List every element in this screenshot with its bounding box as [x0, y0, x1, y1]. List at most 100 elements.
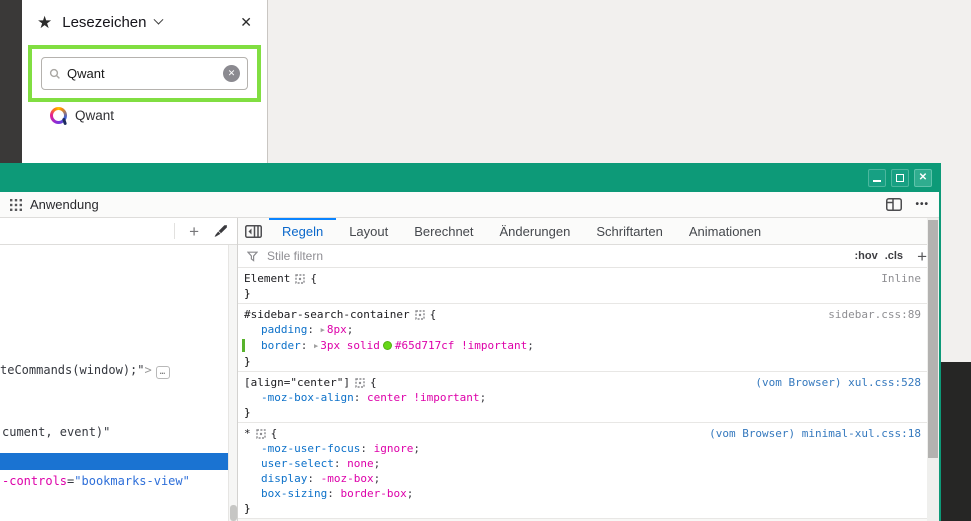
class-toggle[interactable]: .cls — [885, 250, 903, 262]
color-swatch-icon[interactable] — [383, 341, 392, 350]
chevron-down-icon[interactable] — [154, 14, 164, 24]
rule-selector: * — [244, 426, 251, 441]
toolbar-separator — [174, 223, 175, 239]
eyedropper-icon[interactable] — [213, 224, 228, 239]
property-name: -moz-box-align — [261, 391, 354, 404]
property-value: 3px solid — [320, 339, 380, 352]
tab-schriftarten[interactable]: Schriftarten — [583, 218, 675, 244]
meatball-menu-icon[interactable]: ••• — [915, 199, 929, 210]
devtools-toolbar: Anwendung ••• — [0, 192, 939, 218]
bookmarks-header: ★ Lesezeichen ✕ — [22, 0, 267, 44]
rules-pane: Regeln Layout Berechnet Änderungen Schri… — [238, 218, 939, 521]
close-icon[interactable]: ✕ — [240, 14, 252, 31]
add-node-icon[interactable]: + — [189, 223, 199, 240]
expand-shorthand-icon[interactable]: ▶ — [314, 342, 318, 350]
tab-animationen[interactable]: Animationen — [676, 218, 774, 244]
pseudo-class-toggle[interactable]: :hov — [854, 250, 877, 262]
minimize-button[interactable] — [868, 169, 886, 187]
rule-selector: [align="center"] — [244, 375, 350, 390]
bookmark-label: Qwant — [75, 108, 114, 123]
selector-target-icon[interactable] — [415, 310, 425, 320]
property-name: border — [261, 339, 301, 352]
colon: : — [354, 391, 367, 404]
clear-search-icon[interactable]: ✕ — [223, 65, 240, 82]
desktop-wallpaper-corner — [941, 362, 971, 521]
rule-source[interactable]: sidebar.css:89 — [828, 307, 921, 322]
desktop-wallpaper-strip — [0, 0, 22, 163]
css-declaration[interactable]: box-sizing: border-box; — [244, 486, 921, 501]
filter-funnel-icon — [247, 251, 258, 262]
css-declaration[interactable]: display: -moz-box; — [244, 471, 921, 486]
app-label: Anwendung — [30, 197, 99, 212]
tab-aenderungen[interactable]: Änderungen — [487, 218, 584, 244]
selector-target-icon[interactable] — [256, 429, 266, 439]
close-window-button[interactable]: ✕ — [914, 169, 932, 187]
rule-selector: #sidebar-search-container — [244, 307, 410, 322]
expand-shorthand-icon[interactable]: ▶ — [321, 326, 325, 334]
property-value: none — [347, 457, 374, 470]
css-declaration-changed[interactable]: border: ▶3px solid #65d717cf !important; — [244, 338, 921, 354]
markup-scrollbar[interactable] — [228, 245, 237, 521]
tab-berechnet[interactable]: Berechnet — [401, 218, 486, 244]
open-brace: { — [271, 426, 278, 441]
close-brace: } — [244, 501, 921, 516]
filter-styles-input[interactable]: Stile filtern — [267, 249, 847, 263]
selector-target-icon[interactable] — [295, 274, 305, 284]
bookmark-item-qwant[interactable]: Qwant — [50, 107, 114, 124]
sidebar-tabs: Regeln Layout Berechnet Änderungen Schri… — [238, 218, 939, 245]
important-flag: !important — [461, 339, 527, 352]
split-panel-icon[interactable] — [886, 198, 902, 211]
css-rule-element[interactable]: Element{Inline } — [238, 268, 927, 304]
markup-line[interactable]: cument, event)" — [2, 425, 110, 439]
rules-scrollbar[interactable] — [927, 218, 939, 521]
semicolon: ; — [407, 487, 414, 500]
property-name: padding — [261, 323, 307, 336]
semicolon: ; — [527, 339, 534, 352]
css-declaration[interactable]: user-select: none; — [244, 456, 921, 471]
color-value: #65d717cf — [395, 339, 455, 352]
sidebar-search-container-highlight: ✕ — [28, 45, 261, 102]
desktop: ★ Lesezeichen ✕ ✕ Qwant — [0, 0, 971, 521]
add-rule-button[interactable]: + — [917, 248, 927, 265]
css-declaration[interactable]: -moz-user-focus: ignore; — [244, 441, 921, 456]
rules-scrollbar-thumb[interactable] — [928, 220, 938, 458]
bookmarks-search-box[interactable]: ✕ — [41, 57, 248, 90]
css-rule-universal[interactable]: * { (vom Browser) minimal-xul.css:18 -moz-… — [238, 423, 927, 519]
tab-layout[interactable]: Layout — [336, 218, 401, 244]
property-value: border-box — [340, 487, 406, 500]
css-rule-sidebar-search-container[interactable]: #sidebar-search-container{sidebar.css:89… — [238, 304, 927, 372]
rule-source-link[interactable]: (vom Browser) minimal-xul.css:18 — [709, 426, 921, 441]
css-rule-align-center[interactable]: [align="center"]{(vom Browser) xul.css:5… — [238, 372, 927, 423]
rule-selector: Element — [244, 271, 290, 286]
semicolon: ; — [374, 457, 381, 470]
markup-scrollbar-thumb[interactable] — [230, 505, 237, 521]
search-input[interactable] — [67, 66, 223, 81]
collapse-sidebar-icon[interactable] — [245, 225, 262, 238]
maximize-button[interactable] — [891, 169, 909, 187]
markup-bracket: > — [145, 363, 152, 377]
semicolon: ; — [480, 391, 487, 404]
bookmarks-title: Lesezeichen — [62, 14, 146, 31]
property-name: box-sizing — [261, 487, 327, 500]
maximize-icon — [896, 174, 904, 182]
show-all-nodes-button[interactable]: … — [156, 366, 170, 379]
markup-attr-name: -controls — [2, 474, 67, 488]
property-value: 8px — [327, 323, 347, 336]
css-declaration[interactable]: -moz-box-align: center !important; — [244, 390, 921, 405]
selected-node-row[interactable] — [0, 453, 228, 470]
tab-regeln[interactable]: Regeln — [269, 218, 336, 244]
style-filter-row: Stile filtern :hov .cls + — [238, 245, 939, 268]
css-declaration[interactable]: padding: ▶8px; — [244, 322, 921, 338]
rule-source-link[interactable]: (vom Browser) xul.css:528 — [755, 375, 921, 390]
selector-target-icon[interactable] — [355, 378, 365, 388]
devtools-titlebar[interactable]: ✕ — [0, 163, 939, 192]
app-grid-icon[interactable] — [10, 199, 22, 211]
markup-line[interactable]: teCommands(window);">… — [0, 363, 170, 379]
property-value: -moz-box — [321, 472, 374, 485]
markup-view[interactable]: teCommands(window);">… cument, event)" -… — [0, 245, 228, 521]
property-name: -moz-user-focus — [261, 442, 360, 455]
markup-line[interactable]: -controls="bookmarks-view" — [2, 474, 190, 488]
rules-list: Element{Inline } #sidebar-search-contain… — [238, 268, 939, 521]
colon: : — [301, 339, 314, 352]
colon: : — [307, 323, 320, 336]
